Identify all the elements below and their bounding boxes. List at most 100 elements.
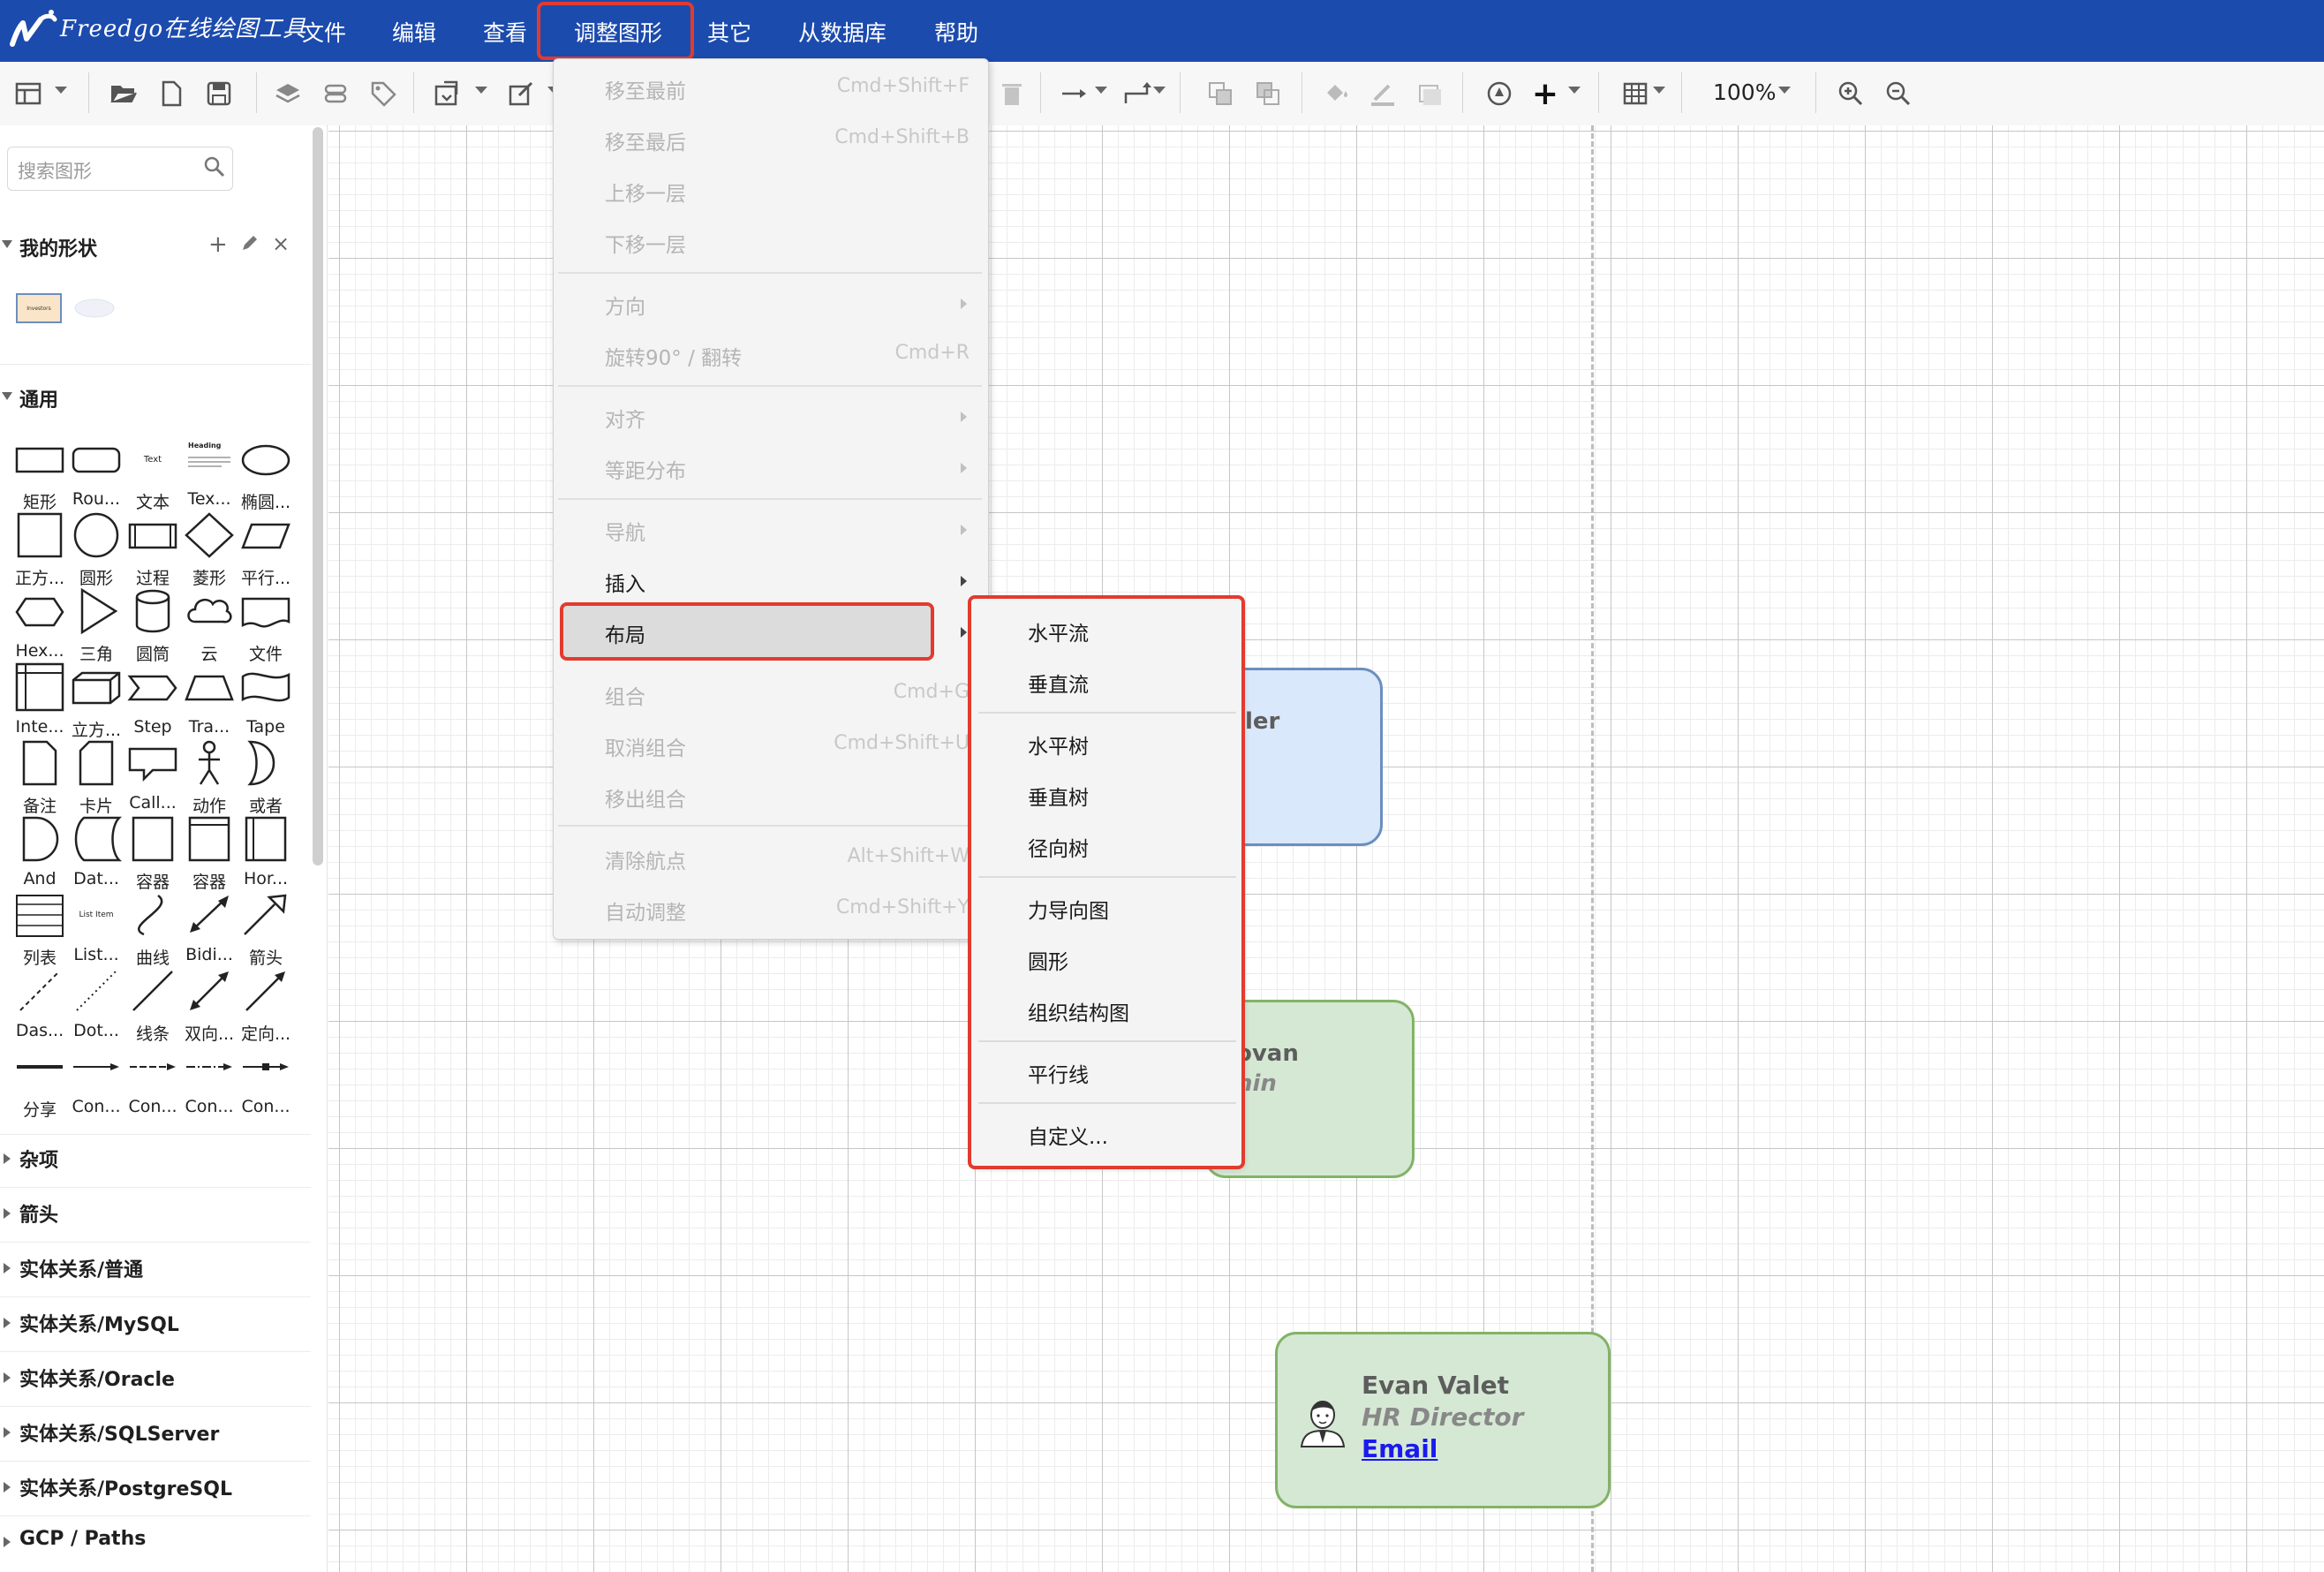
menu-item[interactable]: 插入 bbox=[605, 567, 645, 597]
expand-triangle-icon[interactable] bbox=[4, 1208, 11, 1219]
shape-item[interactable]: List Item bbox=[70, 890, 123, 940]
sidebar-section[interactable]: 实体关系/普通 bbox=[19, 1254, 143, 1282]
to-front-icon[interactable] bbox=[1201, 74, 1240, 113]
sidebar-section[interactable]: 杂项 bbox=[19, 1145, 58, 1173]
collapse-triangle-icon[interactable] bbox=[2, 240, 12, 248]
format-panel-icon[interactable] bbox=[9, 74, 48, 113]
expand-triangle-icon[interactable] bbox=[4, 1263, 11, 1273]
shape-item[interactable] bbox=[239, 435, 292, 484]
shape-item[interactable] bbox=[70, 738, 123, 788]
shape-item[interactable] bbox=[239, 890, 292, 940]
shape-item[interactable] bbox=[239, 586, 292, 636]
expand-triangle-icon[interactable] bbox=[4, 1372, 11, 1383]
sidebar-section[interactable]: 箭头 bbox=[19, 1199, 58, 1228]
zoom-out-icon[interactable] bbox=[1879, 74, 1918, 113]
section-general[interactable]: 通用 bbox=[19, 384, 58, 412]
shape-item[interactable] bbox=[126, 966, 179, 1016]
table-icon[interactable] bbox=[1616, 74, 1655, 113]
open-folder-icon[interactable] bbox=[104, 74, 143, 113]
shape-item[interactable] bbox=[183, 662, 236, 712]
shape-item[interactable] bbox=[13, 1042, 66, 1092]
shape-item[interactable] bbox=[70, 1042, 123, 1092]
fill-color-icon[interactable] bbox=[1316, 74, 1354, 113]
shadow-icon[interactable] bbox=[1411, 74, 1450, 113]
chevron-down-icon[interactable] bbox=[1778, 87, 1791, 94]
shape-item[interactable] bbox=[13, 510, 66, 560]
expand-triangle-icon[interactable] bbox=[4, 1482, 11, 1493]
chevron-down-icon[interactable] bbox=[1653, 87, 1665, 94]
sidebar-section[interactable]: GCP / Paths bbox=[19, 1528, 146, 1550]
tag-icon[interactable] bbox=[364, 74, 403, 113]
shape-item[interactable] bbox=[126, 1042, 179, 1092]
menu-edit[interactable]: 编辑 bbox=[392, 16, 436, 48]
shape-item[interactable] bbox=[183, 510, 236, 560]
shape-item[interactable] bbox=[13, 890, 66, 940]
shape-item[interactable] bbox=[13, 814, 66, 864]
to-back-icon[interactable] bbox=[1249, 74, 1287, 113]
menu-from-database[interactable]: 从数据库 bbox=[798, 16, 887, 48]
shape-item[interactable] bbox=[183, 586, 236, 636]
link-icon[interactable] bbox=[316, 74, 355, 113]
shape-item[interactable] bbox=[70, 510, 123, 560]
insert-plus-icon[interactable]: + bbox=[1526, 74, 1565, 113]
save-icon[interactable] bbox=[200, 74, 238, 113]
email-link[interactable]: Email bbox=[1362, 1434, 1437, 1463]
shape-item[interactable] bbox=[13, 435, 66, 484]
shape-item[interactable] bbox=[13, 586, 66, 636]
edit-shape-icon[interactable] bbox=[502, 74, 540, 113]
shape-item[interactable] bbox=[183, 738, 236, 788]
shape-item[interactable] bbox=[239, 814, 292, 864]
shape-item[interactable] bbox=[70, 435, 123, 484]
shape-item[interactable] bbox=[239, 662, 292, 712]
shape-item[interactable] bbox=[239, 738, 292, 788]
add-icon[interactable]: + bbox=[208, 231, 228, 258]
chevron-down-icon[interactable] bbox=[55, 87, 67, 94]
shape-item[interactable] bbox=[126, 662, 179, 712]
delete-icon[interactable] bbox=[992, 74, 1031, 113]
shape-item[interactable] bbox=[239, 510, 292, 560]
chevron-down-icon[interactable] bbox=[1095, 87, 1107, 94]
search-icon[interactable] bbox=[203, 155, 226, 178]
shape-item[interactable] bbox=[70, 662, 123, 712]
sidebar-scrollbar[interactable] bbox=[313, 127, 323, 865]
shape-item[interactable] bbox=[13, 966, 66, 1016]
shape-item[interactable] bbox=[126, 510, 179, 560]
expand-triangle-icon[interactable] bbox=[4, 1537, 11, 1547]
chevron-down-icon[interactable] bbox=[1568, 87, 1581, 94]
zoom-in-icon[interactable] bbox=[1831, 74, 1870, 113]
collapse-triangle-icon[interactable] bbox=[2, 392, 12, 400]
sidebar-section[interactable]: 实体关系/PostgreSQL bbox=[19, 1473, 232, 1501]
shape-item[interactable] bbox=[126, 738, 179, 788]
shape-item[interactable] bbox=[70, 966, 123, 1016]
new-file-icon[interactable] bbox=[152, 74, 191, 113]
shape-item[interactable] bbox=[183, 814, 236, 864]
menu-view[interactable]: 查看 bbox=[483, 16, 527, 48]
close-icon[interactable]: × bbox=[272, 231, 290, 256]
shape-item[interactable] bbox=[183, 966, 236, 1016]
shape-item[interactable] bbox=[70, 814, 123, 864]
my-shape-cloud[interactable] bbox=[72, 295, 117, 321]
waypoint-icon[interactable] bbox=[1118, 74, 1157, 113]
line-color-icon[interactable] bbox=[1363, 74, 1402, 113]
shape-item[interactable] bbox=[70, 586, 123, 636]
sidebar-section[interactable]: 实体关系/SQLServer bbox=[19, 1418, 219, 1447]
shape-item[interactable] bbox=[183, 1042, 236, 1092]
menu-help[interactable]: 帮助 bbox=[934, 16, 978, 48]
connection-arrow-icon[interactable] bbox=[1054, 74, 1093, 113]
expand-triangle-icon[interactable] bbox=[4, 1318, 11, 1328]
shape-item[interactable]: Text bbox=[126, 435, 179, 484]
shape-item[interactable] bbox=[126, 586, 179, 636]
shape-item[interactable] bbox=[13, 662, 66, 712]
shape-item[interactable] bbox=[126, 814, 179, 864]
expand-triangle-icon[interactable] bbox=[4, 1427, 11, 1438]
layers-icon[interactable] bbox=[268, 74, 307, 113]
sidebar-section[interactable]: 实体关系/MySQL bbox=[19, 1309, 179, 1337]
shape-item[interactable] bbox=[239, 966, 292, 1016]
shape-item[interactable] bbox=[183, 890, 236, 940]
expand-triangle-icon[interactable] bbox=[4, 1153, 11, 1164]
shape-item[interactable] bbox=[239, 1042, 292, 1092]
menu-extras[interactable]: 其它 bbox=[707, 16, 751, 48]
chevron-down-icon[interactable] bbox=[475, 87, 487, 94]
shape-item[interactable] bbox=[13, 738, 66, 788]
my-shape-investors[interactable]: Investors bbox=[16, 293, 62, 323]
